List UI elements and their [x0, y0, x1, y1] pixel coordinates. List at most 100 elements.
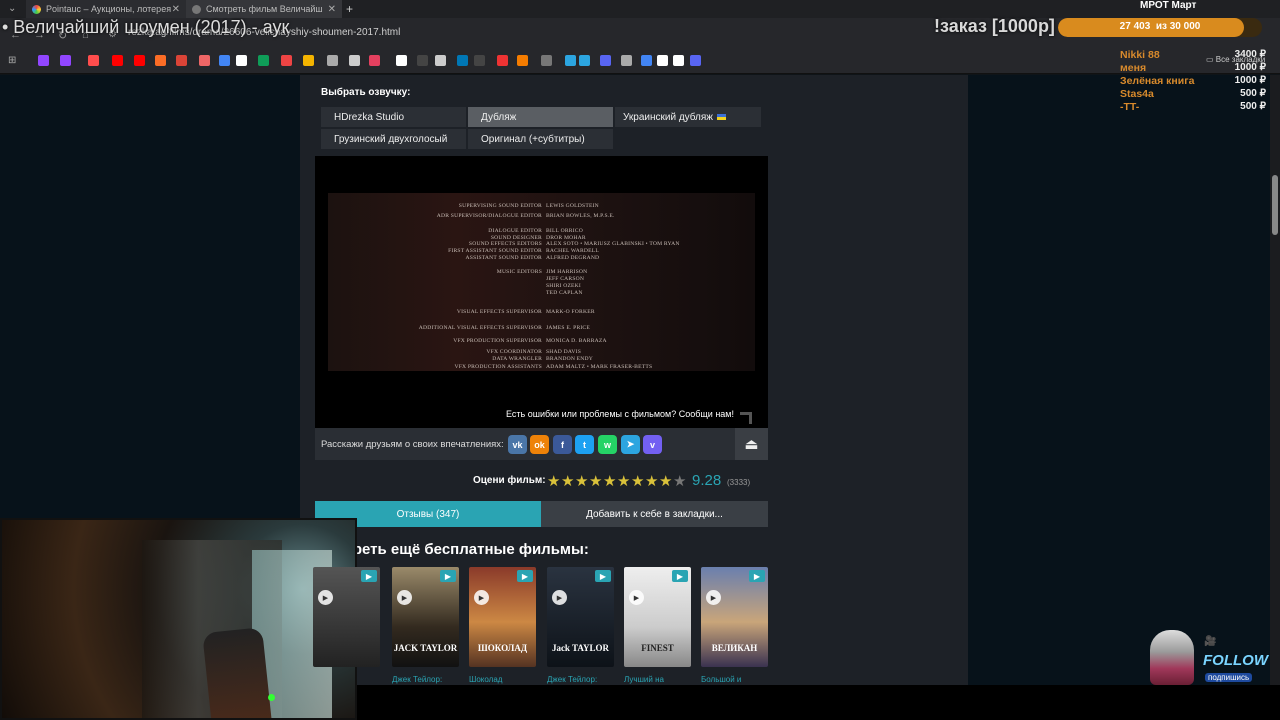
bookmark-icon[interactable] [657, 55, 668, 66]
rating-star-icon[interactable]: ★ [603, 472, 616, 490]
tab-pointauc[interactable]: Pointauc – Аукционы, лотерея ✕ [26, 0, 186, 18]
bookmark-icon[interactable] [219, 55, 230, 66]
new-tab-icon[interactable]: + [346, 2, 353, 16]
close-tab-icon[interactable]: ✕ [172, 4, 180, 15]
bookmark-icon[interactable] [690, 55, 701, 66]
rating-star-icon[interactable]: ★ [575, 472, 588, 490]
bookmark-icon[interactable] [621, 55, 632, 66]
film-poster[interactable]: ▶ ▶ [313, 567, 380, 667]
donation-name: Зелёная книга [1120, 75, 1195, 87]
film-poster[interactable]: ▶ ▶ Jack TAYLOR [547, 567, 614, 667]
rating-star-icon[interactable]: ★ [673, 472, 686, 490]
rating-star-icon[interactable]: ★ [589, 472, 602, 490]
vk-share-icon[interactable]: vk [508, 435, 527, 454]
credit-names: BILL ORRICO [546, 228, 583, 234]
light-toggle-icon[interactable]: ⏏ [735, 428, 768, 460]
video-camera-icon: ▶ [749, 570, 765, 582]
play-icon[interactable]: ▶ [318, 590, 333, 605]
bookmark-icon[interactable] [579, 55, 590, 66]
video-camera-icon: ▶ [361, 570, 377, 582]
bookmark-icon[interactable] [457, 55, 468, 66]
bookmark-icon[interactable] [600, 55, 611, 66]
film-title-link[interactable]: Лучший на [624, 675, 691, 684]
voiceover-original-button[interactable]: Оригинал (+субтитры) [468, 129, 613, 149]
bookmark-icon[interactable] [281, 55, 292, 66]
share-label: Расскажи друзьям о своих впечатлениях: [321, 439, 504, 450]
play-icon[interactable]: ▶ [474, 590, 489, 605]
bookmark-icon[interactable] [88, 55, 99, 66]
voiceover-option-label: Дубляж [481, 111, 517, 123]
bookmark-icon[interactable] [369, 55, 380, 66]
rating-star-icon[interactable]: ★ [659, 472, 672, 490]
tab-add-bookmark[interactable]: Добавить к себе в закладки... [541, 501, 768, 527]
scrollbar[interactable] [1270, 75, 1280, 685]
bookmark-icon[interactable] [497, 55, 508, 66]
voiceover-ukrainian-button[interactable]: Украинский дубляж [615, 107, 761, 127]
rating-star-icon[interactable]: ★ [561, 472, 574, 490]
telegram-share-icon[interactable]: ➤ [621, 435, 640, 454]
play-icon[interactable]: ▶ [397, 590, 412, 605]
donation-amount: 500 ₽ [1240, 101, 1266, 112]
voiceover-georgian-button[interactable]: Грузинский двухголосый [321, 129, 466, 149]
credit-role: VFX PRODUCTION ASSISTANTS [454, 364, 542, 370]
bookmark-icon[interactable] [38, 55, 49, 66]
voiceover-option-label: Оригинал (+субтитры) [481, 133, 585, 145]
film-title-link[interactable]: Шоколад [469, 675, 536, 684]
play-icon[interactable]: ▶ [706, 590, 721, 605]
voiceover-hdrezka-button[interactable]: HDrezka Studio [321, 107, 466, 127]
bookmark-icon[interactable] [176, 55, 187, 66]
film-poster[interactable]: ▶ ▶ FINEST [624, 567, 691, 667]
film-title-link[interactable]: Джек Тейлор: [547, 675, 614, 684]
voiceover-dub-button[interactable]: Дубляж [468, 107, 613, 127]
rating-star-icon[interactable]: ★ [617, 472, 630, 490]
bookmark-icon[interactable] [199, 55, 210, 66]
film-poster[interactable]: ▶ ▶ ШОКОЛАД [469, 567, 536, 667]
apps-grid-icon[interactable]: ⊞ [8, 55, 16, 66]
bookmark-icon[interactable] [258, 55, 269, 66]
report-problem-link[interactable]: Есть ошибки или проблемы с фильмом? Сооб… [480, 409, 734, 419]
bookmark-icon[interactable] [134, 55, 145, 66]
film-title-link[interactable]: Джек Тейлор: [392, 675, 459, 684]
play-icon[interactable]: ▶ [552, 590, 567, 605]
play-icon[interactable]: ▶ [629, 590, 644, 605]
twitter-share-icon[interactable]: t [575, 435, 594, 454]
bookmark-icon[interactable] [236, 55, 247, 66]
bookmark-icon[interactable] [565, 55, 576, 66]
scrollbar-thumb[interactable] [1272, 175, 1278, 235]
facebook-share-icon[interactable]: f [553, 435, 572, 454]
goal-text: 27 403 из 30 000 [1058, 21, 1262, 32]
credit-names: ADAM MALTZ • MARK FRASER-BETTS [546, 364, 653, 370]
tab-rezka[interactable]: Смотреть фильм Величайш ✕ [186, 0, 342, 18]
rating-value: 9.28 [692, 472, 722, 489]
rating-star-icon[interactable]: ★ [547, 472, 560, 490]
bookmark-icon[interactable] [349, 55, 360, 66]
whatsapp-share-icon[interactable]: w [598, 435, 617, 454]
follow-text: FOLLOW [1203, 652, 1268, 669]
bookmark-icon[interactable] [327, 55, 338, 66]
rating-star-icon[interactable]: ★ [631, 472, 644, 490]
bookmark-icon[interactable] [673, 55, 684, 66]
bookmark-icon[interactable] [641, 55, 652, 66]
rating-star-icon[interactable]: ★ [645, 472, 658, 490]
tab-search-icon[interactable]: ⌄ [8, 3, 16, 14]
viber-share-icon[interactable]: v [643, 435, 662, 454]
bookmark-icon[interactable] [474, 55, 485, 66]
goal-target: 30 000 [1169, 21, 1201, 32]
bookmark-icon[interactable] [396, 55, 407, 66]
film-poster[interactable]: ▶ ▶ ВЕЛИКАН [701, 567, 768, 667]
bookmark-icon[interactable] [417, 55, 428, 66]
bookmark-icon[interactable] [112, 55, 123, 66]
bookmark-icon[interactable] [60, 55, 71, 66]
bookmark-icon[interactable] [541, 55, 552, 66]
bookmark-icon[interactable] [155, 55, 166, 66]
credit-role: SUPERVISING SOUND EDITOR [458, 203, 542, 209]
film-title-link[interactable]: Большой и [701, 675, 768, 684]
film-poster[interactable]: ▶ ▶ JACK TAYLOR [392, 567, 459, 667]
ok-share-icon[interactable]: ok [530, 435, 549, 454]
close-tab-icon[interactable]: ✕ [328, 4, 336, 15]
poster-title-text: JACK TAYLOR [393, 643, 458, 653]
bookmark-icon[interactable] [435, 55, 446, 66]
bookmark-icon[interactable] [303, 55, 314, 66]
bookmark-icon[interactable] [517, 55, 528, 66]
tab-label: Смотреть фильм Величайш [206, 4, 323, 14]
